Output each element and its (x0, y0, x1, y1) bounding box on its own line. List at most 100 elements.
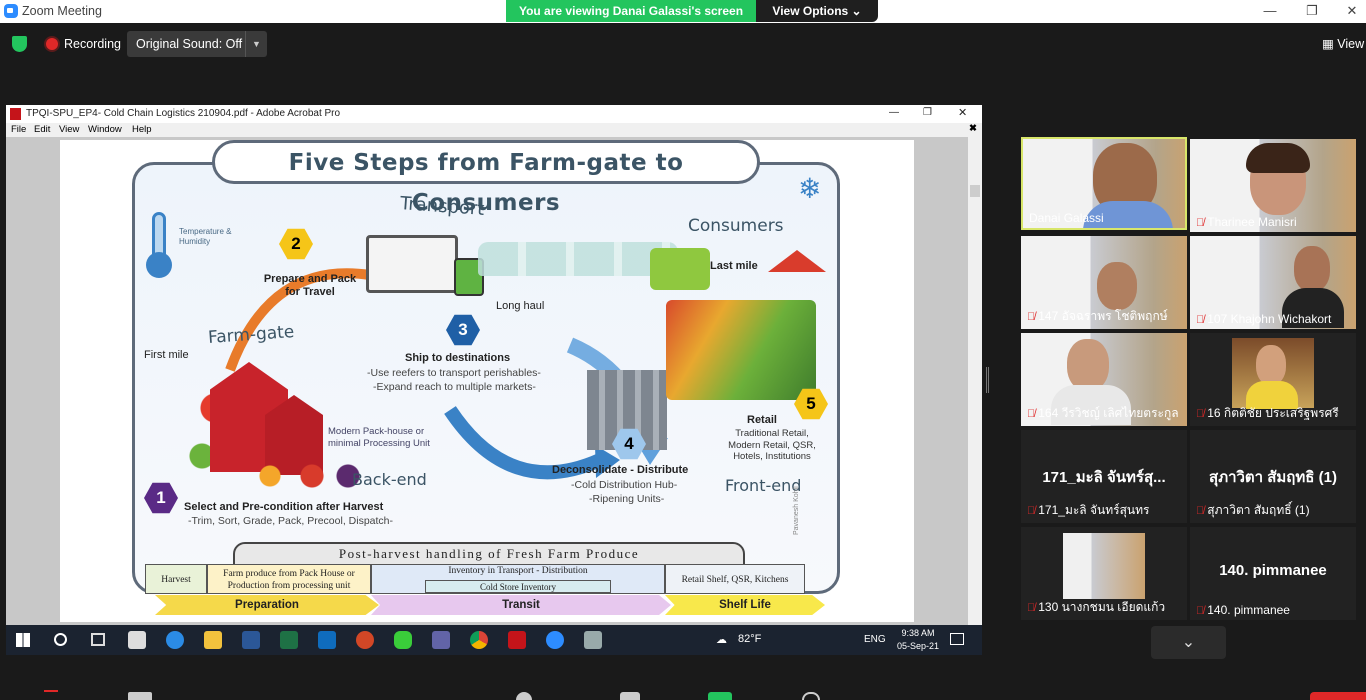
minimize-icon[interactable]: — (1260, 3, 1280, 18)
acrobat-title-bar: TPQI-SPU_EP4- Cold Chain Logistics 21090… (6, 105, 982, 123)
menu-file[interactable]: File (11, 124, 26, 135)
participant-tile[interactable]: สุภาวิตา สัมฤทธิ (1) 🎙̸ สุภาวิตา สัมฤทธิ์… (1190, 430, 1356, 523)
menu-help[interactable]: Help (132, 124, 152, 135)
mic-muted-icon: 🎙̸ (1027, 505, 1036, 517)
mic-muted-icon: 🎙̸ (1196, 314, 1205, 326)
participant-tile[interactable]: 🎙̸ 130 นางกชมน เอียดแก้ว (1021, 527, 1187, 620)
search-icon[interactable] (54, 633, 67, 646)
zoom-icon[interactable] (546, 631, 564, 649)
edge-icon[interactable] (166, 631, 184, 649)
view-button[interactable]: ▦ View (1322, 36, 1364, 51)
mic-muted-icon: 🎙̸ (1196, 605, 1205, 617)
menu-edit[interactable]: Edit (34, 124, 50, 135)
panel-resize-handle[interactable] (986, 367, 989, 393)
chat-icon[interactable] (620, 692, 640, 700)
shield-icon[interactable] (12, 36, 27, 52)
participant-tile[interactable]: 🎙̸ 147 อัจฉราพร โชติพฤกษ์ (1021, 236, 1187, 329)
video-icon[interactable] (128, 692, 152, 700)
thermometer-bulb-icon (146, 252, 172, 278)
mic-muted-icon: 🎙̸ (1196, 408, 1205, 420)
outlook-icon[interactable] (318, 631, 336, 649)
word-icon[interactable] (242, 631, 260, 649)
tuk-tuk-image (650, 248, 710, 290)
step-3-line-1: -Use reefers to transport perishables- (367, 367, 541, 379)
step-4-line-1: -Cold Distribution Hub- (571, 479, 678, 491)
mic-muted-icon: 🎙̸ (1196, 505, 1205, 517)
chrome-icon[interactable] (470, 631, 488, 649)
arrow-deconsolidate (444, 406, 603, 480)
powerpoint-icon[interactable] (356, 631, 374, 649)
maximize-icon[interactable]: ❐ (923, 107, 932, 118)
maximize-icon[interactable]: ❐ (1302, 3, 1322, 19)
train (478, 242, 678, 276)
task-view-icon[interactable] (91, 633, 105, 646)
original-sound-button[interactable]: Original Sound: Off ▼ (127, 31, 267, 57)
folder-icon[interactable] (204, 631, 222, 649)
participant-name: 171_มะลิ จันทร์สุนทร (1038, 503, 1150, 517)
view-options-button[interactable]: View Options ⌄ (756, 0, 878, 22)
notification-icon[interactable] (950, 633, 964, 645)
close-icon[interactable]: ✕ (958, 106, 967, 119)
participant-tile[interactable]: 171_มะลิ จันทร์สุ... 🎙̸ 171_มะลิ จันทร์สุ… (1021, 430, 1187, 523)
pdf-icon (10, 108, 21, 120)
line-icon[interactable] (394, 631, 412, 649)
app-icon[interactable] (584, 631, 602, 649)
participant-name: 16 กิตติชัย ประเสริฐพรศรี (1207, 406, 1339, 420)
participant-name: 140. pimmanee (1207, 603, 1290, 617)
participant-tile[interactable]: 🎙̸ 107 Khajohn Wichakort (1190, 236, 1356, 329)
frontend-label: Front-end (725, 476, 802, 495)
mic-muted-icon[interactable] (44, 690, 58, 700)
step-3-title: Ship to destinations (405, 352, 511, 364)
chevron-down-icon[interactable]: ⌄ (1151, 626, 1226, 659)
step-1-sub: -Trim, Sort, Grade, Pack, Precool, Dispa… (188, 515, 394, 527)
menu-view[interactable]: View (59, 124, 79, 135)
last-mile-label: Last mile (710, 260, 758, 272)
teams-icon[interactable] (432, 631, 450, 649)
viewing-screen-banner: You are viewing Danai Galassi's screen (506, 0, 756, 22)
harvest-cell: Harvest (145, 564, 207, 594)
excel-icon[interactable] (280, 631, 298, 649)
participant-name: 107 Khajohn Wichakort (1207, 312, 1332, 326)
zoom-logo-icon (4, 4, 18, 18)
participant-tile[interactable]: 🎙̸ 16 กิตติชัย ประเสริฐพรศรี (1190, 333, 1356, 426)
record-button-icon[interactable] (802, 692, 820, 700)
temp-humidity-label: Temperature & Humidity (179, 227, 232, 246)
store-icon[interactable] (128, 631, 146, 649)
share-screen-icon[interactable] (708, 692, 732, 700)
participant-tile[interactable]: Danai Galassi (1021, 137, 1187, 230)
long-haul-label: Long haul (496, 300, 545, 312)
step-4-line-2: -Ripening Units- (589, 493, 665, 505)
participant-video (1097, 262, 1137, 310)
chevron-down-icon[interactable]: ▼ (245, 31, 267, 57)
shelf-life-arrow: Shelf Life (665, 595, 825, 615)
scrollbar-thumb[interactable] (970, 185, 980, 197)
minimize-icon[interactable]: — (889, 107, 899, 118)
packhouse-label: Modern Pack-house or minimal Processing … (328, 426, 430, 449)
participant-video (1294, 246, 1330, 292)
participant-name: Tharinee Manisri (1207, 215, 1297, 229)
close-icon[interactable]: ✕ (1342, 3, 1362, 19)
leave-button[interactable] (1310, 692, 1366, 700)
acrobat-scrollbar[interactable] (968, 137, 982, 625)
close-document-icon[interactable]: ✖ (969, 123, 977, 134)
participant-tile[interactable]: 140. pimmanee 🎙̸ 140. pimmanee (1190, 527, 1356, 620)
acrobat-icon[interactable] (508, 631, 526, 649)
taskbar-clock[interactable]: 9:38 AM 05-Sep-21 (896, 627, 940, 653)
grid-icon: ▦ (1322, 37, 1338, 51)
step-5-sub: Traditional Retail, Modern Retail, QSR, … (728, 428, 816, 462)
preparation-arrow: Preparation (155, 595, 379, 615)
document-area[interactable]: Five Steps from Farm-gate to Consumers ❄… (6, 137, 968, 625)
participant-name: 164 วีรวิชญ์ เลิศไทยตระกูล (1038, 406, 1179, 420)
participants-icon[interactable] (516, 692, 532, 700)
participant-tile[interactable]: 🎙̸ Tharinee Manisri (1190, 139, 1356, 232)
mic-muted-icon: 🎙̸ (1027, 408, 1036, 420)
participant-tile[interactable]: 🎙̸ 164 วีรวิชญ์ เลิศไทยตระกูล (1021, 333, 1187, 426)
language-indicator[interactable]: ENG (864, 634, 886, 645)
record-icon (46, 38, 58, 50)
mic-muted-icon: 🎙̸ (1027, 311, 1036, 323)
acrobat-menu-bar: File Edit View Window Help ✖ (6, 123, 982, 137)
windows-icon[interactable] (16, 633, 30, 647)
produce-image (246, 460, 366, 492)
menu-window[interactable]: Window (88, 124, 122, 135)
cold-store-cell: Cold Store Inventory (425, 580, 611, 593)
